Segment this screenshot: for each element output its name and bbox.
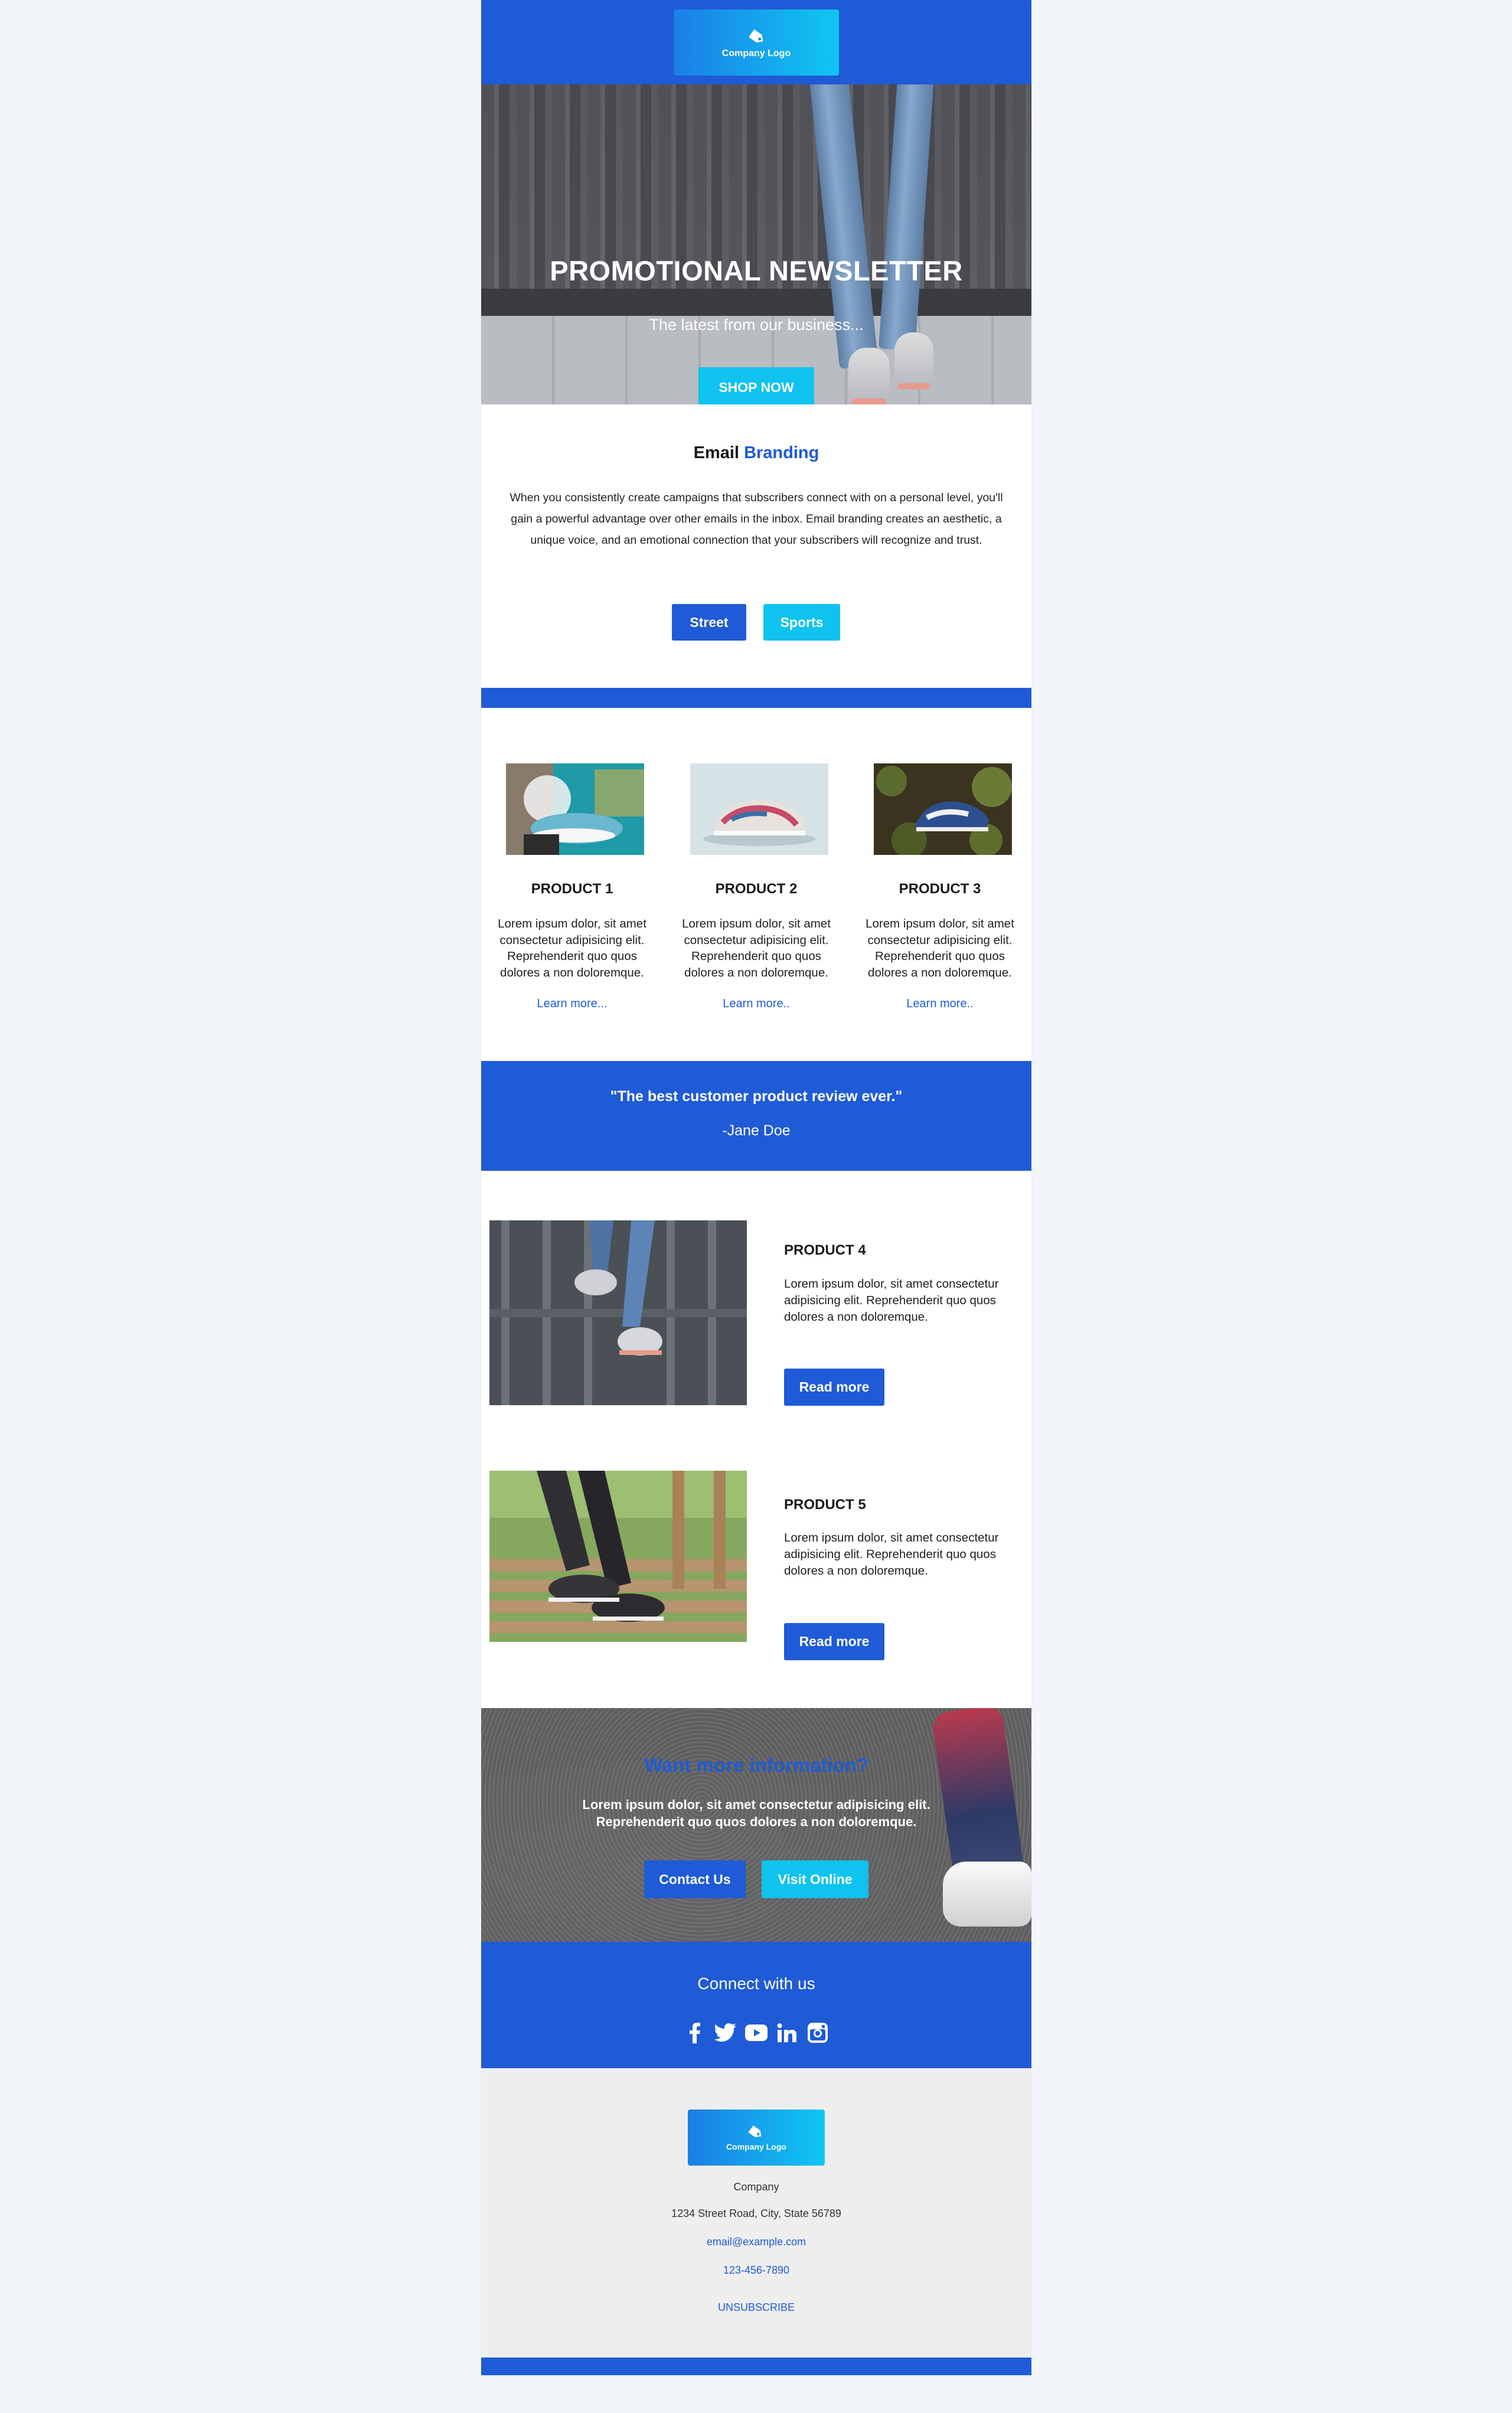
facebook-icon[interactable]: [684, 2022, 706, 2044]
branding-title: Email Branding: [481, 443, 1031, 463]
testimonial-author: -Jane Doe: [722, 1122, 791, 1139]
product-1-desc: Lorem ipsum dolor, sit amet consectetur …: [498, 917, 646, 979]
hero-subtitle: The latest from our business...: [649, 316, 864, 334]
hero-banner: PROMOTIONAL NEWSLETTER The latest from o…: [481, 84, 1031, 404]
product-2-learn-more-link[interactable]: Learn more..: [668, 997, 845, 1011]
feature-products: PRODUCT 4 Lorem ipsum dolor, sit amet co…: [481, 1171, 1031, 1708]
email-footer: Company Logo Company 1234 Street Road, C…: [481, 2068, 1031, 2358]
twitter-icon[interactable]: [714, 2022, 737, 2044]
product-2-image[interactable]: [690, 763, 828, 855]
product-5-name: PRODUCT 5: [784, 1497, 866, 1513]
product-4-desc: Lorem ipsum dolor, sit amet consectetur …: [784, 1277, 999, 1324]
tag-icon: [748, 2125, 762, 2137]
connect-title: Connect with us: [697, 1974, 815, 1993]
testimonial-banner: "The best customer product review ever."…: [481, 1061, 1031, 1171]
cta-runner-shoe: [943, 1862, 1031, 1927]
tag-icon: [749, 29, 763, 43]
product-4-image[interactable]: [489, 1220, 747, 1405]
product-4-name: PRODUCT 4: [784, 1242, 866, 1258]
product-5-desc: Lorem ipsum dolor, sit amet consectetur …: [784, 1531, 999, 1578]
hero-ledge: [481, 289, 1031, 316]
testimonial-quote: "The best customer product review ever.": [610, 1088, 903, 1105]
footer-email-link[interactable]: email@example.com: [481, 2236, 1031, 2248]
cta-text: Lorem ipsum dolor, sit amet consectetur …: [582, 1797, 930, 1829]
footer-company-name: Company: [733, 2181, 779, 2193]
contact-cta-banner: Want more information? Lorem ipsum dolor…: [481, 1708, 1031, 1942]
company-logo[interactable]: Company Logo: [674, 9, 839, 76]
hero-shoe-right: [894, 332, 933, 389]
product-4-read-more-button[interactable]: Read more: [784, 1369, 884, 1406]
product-2-desc: Lorem ipsum dolor, sit amet consectetur …: [682, 917, 831, 979]
hero-shoe-left: [848, 348, 890, 404]
product-3-learn-more-link[interactable]: Learn more..: [851, 997, 1028, 1011]
youtube-icon[interactable]: [745, 2022, 768, 2044]
logo-text: Company Logo: [721, 48, 791, 58]
product-3-name: PRODUCT 3: [899, 881, 981, 897]
footer-logo-text: Company Logo: [726, 2142, 786, 2151]
product-5-read-more-button[interactable]: Read more: [784, 1623, 884, 1660]
social-icons: [481, 2022, 1031, 2044]
footer-address: 1234 Street Road, City, State 56789: [671, 2208, 841, 2219]
product-1-name: PRODUCT 1: [531, 881, 613, 897]
footer-phone-link[interactable]: 123-456-7890: [481, 2264, 1031, 2277]
section-divider: [481, 688, 1031, 708]
product-5-image[interactable]: [489, 1471, 747, 1642]
page: Company Logo PROMOTIONAL NEWSLETTER The …: [0, 0, 1512, 2413]
footer-bottom-bar: [481, 2358, 1031, 2375]
street-button[interactable]: Street: [672, 604, 746, 641]
product-3-image[interactable]: [874, 763, 1012, 855]
branding-text: When you consistently create campaigns t…: [510, 491, 1003, 547]
branding-section: Email Branding When you consistently cre…: [481, 404, 1031, 688]
cta-title: Want more information?: [644, 1754, 869, 1776]
visit-online-button[interactable]: Visit Online: [762, 1860, 868, 1898]
social-section: Connect with us: [481, 1942, 1031, 2068]
unsubscribe-link[interactable]: UNSUBSCRIBE: [481, 2301, 1031, 2314]
sports-button[interactable]: Sports: [763, 604, 840, 641]
branding-title-part2: Branding: [744, 443, 819, 462]
linkedin-icon[interactable]: [776, 2022, 798, 2044]
product-1-image[interactable]: [506, 763, 644, 855]
branding-title-part1: Email: [693, 443, 740, 462]
instagram-icon[interactable]: [806, 2022, 829, 2044]
hero-title: PROMOTIONAL NEWSLETTER: [550, 255, 963, 286]
product-1-learn-more-link[interactable]: Learn more...: [484, 997, 661, 1011]
contact-us-button[interactable]: Contact Us: [644, 1860, 746, 1898]
product-3-desc: Lorem ipsum dolor, sit amet consectetur …: [866, 917, 1014, 979]
products-grid: PRODUCT 1 Lorem ipsum dolor, sit amet co…: [481, 708, 1031, 1061]
email-header: Company Logo: [481, 0, 1031, 84]
footer-company-logo[interactable]: Company Logo: [688, 2110, 825, 2166]
product-2-name: PRODUCT 2: [715, 881, 798, 897]
shop-now-button[interactable]: SHOP NOW: [698, 367, 814, 404]
email-container: Company Logo PROMOTIONAL NEWSLETTER The …: [481, 0, 1031, 2375]
